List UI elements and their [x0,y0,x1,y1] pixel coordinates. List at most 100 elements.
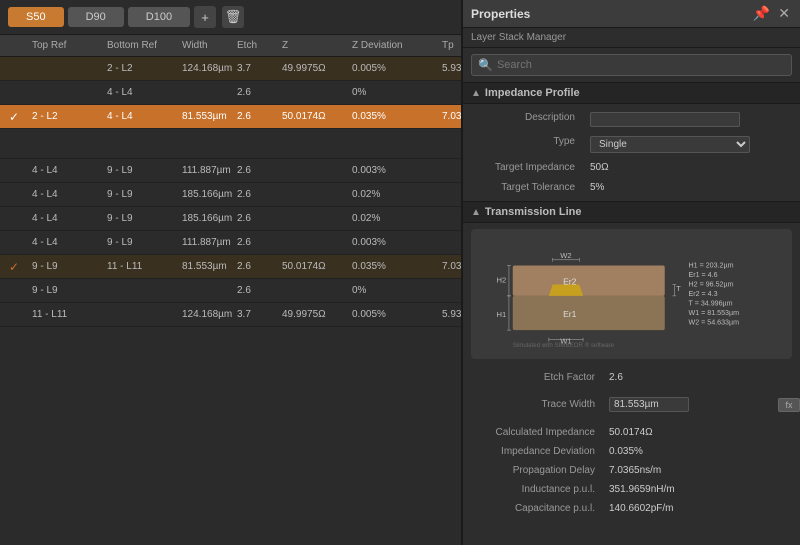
cell-bottomref: 9 - L9 [103,211,178,226]
cell-check [0,67,28,71]
cell-check [0,91,28,95]
inductance-row: Inductance p.u.l. 351.9659nH/m [463,480,800,499]
cell-topref: 4 - L4 [28,235,103,250]
svg-text:Er2 = 4.3: Er2 = 4.3 [689,290,718,298]
cell-width: 124.168µm [178,61,233,76]
cell-tp [438,193,461,197]
search-bar[interactable]: 🔍 [471,54,792,76]
cell-tp: 5.9346ns/m [438,61,461,76]
target-tolerance-value: 5% [584,178,800,197]
cell-topref: 4 - L4 [28,163,103,178]
delete-tab-button[interactable]: 🗑 [222,6,244,28]
fx-button[interactable]: fx [778,398,800,412]
cell-etch: 2.6 [233,163,278,178]
cell-z [278,193,348,197]
cell-width: 111.887µm [178,163,233,178]
table-row[interactable] [0,129,461,159]
cell-check: ✓ [0,108,28,126]
cell-check [0,241,28,245]
add-tab-button[interactable]: + [194,6,216,28]
right-panel: Properties 📌 ✕ Layer Stack Manager 🔍 ▲ I… [462,0,800,545]
table-row[interactable]: 2 - L2 124.168µm 3.7 49.9975Ω 0.005% 5.9… [0,57,461,81]
cell-tp [438,241,461,245]
trace-width-label: Trace Width [463,395,603,414]
section-label: Transmission Line [485,206,582,218]
cell-zdev: 0.003% [348,235,438,250]
desc-value [584,108,800,131]
trace-width-row: Trace Width fx [463,390,800,419]
cell-tp: 5.9346ns/m [438,307,461,322]
cell-width [178,91,233,95]
table-row[interactable]: ✓ 9 - L9 11 - L11 81.553µm 2.6 50.0174Ω … [0,255,461,279]
table-row[interactable]: 4 - L4 9 - L9 185.166µm 2.6 0.02% [0,207,461,231]
target-tolerance-label: Target Tolerance [463,178,583,197]
cell-tp [438,217,461,221]
close-button[interactable]: ✕ [776,5,792,22]
cell-width: 81.553µm [178,259,233,274]
table-row[interactable]: 9 - L9 2.6 0% [0,279,461,303]
svg-text:H1 = 203.2µm: H1 = 203.2µm [689,261,734,269]
etch-factor-row: Etch Factor 2.6 [463,365,800,390]
trace-width-value [603,393,776,416]
svg-text:Er2: Er2 [563,277,577,287]
cell-zdev: 0.003% [348,163,438,178]
svg-text:Er1 = 4.6: Er1 = 4.6 [689,271,718,279]
cell-etch: 2.6 [233,187,278,202]
transmission-diagram: Er1 Er2 W2 W1 H1 [471,229,792,359]
tab-d90[interactable]: D90 [68,7,124,27]
cell-z: 50.0174Ω [278,259,348,274]
cell-bottomref: 9 - L9 [103,235,178,250]
tab-s50[interactable]: S50 [8,7,64,27]
cell-bottomref: 4 - L4 [103,85,178,100]
cell-z [278,169,348,173]
type-select[interactable]: Single Differential Coplanar [590,136,750,153]
cell-tp: 7.0365ns/m [438,109,461,124]
table-row[interactable]: 11 - L11 124.168µm 3.7 49.9975Ω 0.005% 5… [0,303,461,327]
cell-bottomref: 9 - L9 [103,187,178,202]
cell-topref [28,91,103,95]
cell-check [0,313,28,317]
cell-etch: 2.6 [233,235,278,250]
section-label: Impedance Profile [485,87,580,99]
tab-d100[interactable]: D100 [128,7,190,27]
svg-text:W1 = 81.553µm: W1 = 81.553µm [689,309,740,317]
panel-subtitle: Layer Stack Manager [463,28,800,48]
cell-width [178,289,233,293]
impedance-deviation-row: Impedance Deviation 0.035% [463,442,800,461]
table-row[interactable]: 4 - L4 9 - L9 185.166µm 2.6 0.02% [0,183,461,207]
cell-zdev: 0.035% [348,109,438,124]
col-header-z: Z [278,38,348,53]
type-value: Single Differential Coplanar [584,132,800,157]
trace-width-input[interactable] [609,397,689,412]
left-panel: S50 D90 D100 + 🗑 Top Ref Bottom Ref Widt… [0,0,462,545]
table-body: 2 - L2 124.168µm 3.7 49.9975Ω 0.005% 5.9… [0,57,461,545]
panel-title: Properties [471,7,530,21]
col-header-etch: Etch [233,38,278,53]
panel-titlebar: Properties 📌 ✕ [463,0,800,28]
cell-topref: 4 - L4 [28,187,103,202]
cell-etch: 3.7 [233,307,278,322]
description-input[interactable] [590,112,740,127]
svg-text:H2: H2 [496,276,506,285]
target-impedance-value: 50Ω [584,158,800,177]
impedance-deviation-label: Impedance Deviation [463,444,603,459]
impedance-profile-header[interactable]: ▲ Impedance Profile [463,82,800,104]
search-input[interactable] [497,59,785,71]
col-header-width: Width [178,38,233,53]
table-row[interactable]: ✓ 2 - L2 4 - L4 81.553µm 2.6 50.0174Ω 0.… [0,105,461,129]
cell-etch: 2.6 [233,109,278,124]
cell-zdev: 0% [348,283,438,298]
cell-z: 49.9975Ω [278,61,348,76]
cell-check [0,289,28,293]
collapse-arrow: ▲ [471,207,481,218]
cell-etch: 3.7 [233,61,278,76]
table-row[interactable]: 4 - L4 9 - L9 111.887µm 2.6 0.003% [0,159,461,183]
transmission-line-header[interactable]: ▲ Transmission Line [463,201,800,223]
cell-zdev: 0.035% [348,259,438,274]
table-row[interactable]: 4 - L4 9 - L9 111.887µm 2.6 0.003% [0,231,461,255]
pin-button[interactable]: 📌 [751,5,772,22]
collapse-arrow: ▲ [471,88,481,99]
cell-bottomref: 4 - L4 [103,109,178,124]
cell-topref: 11 - L11 [28,307,103,322]
table-row[interactable]: 4 - L4 2.6 0% [0,81,461,105]
